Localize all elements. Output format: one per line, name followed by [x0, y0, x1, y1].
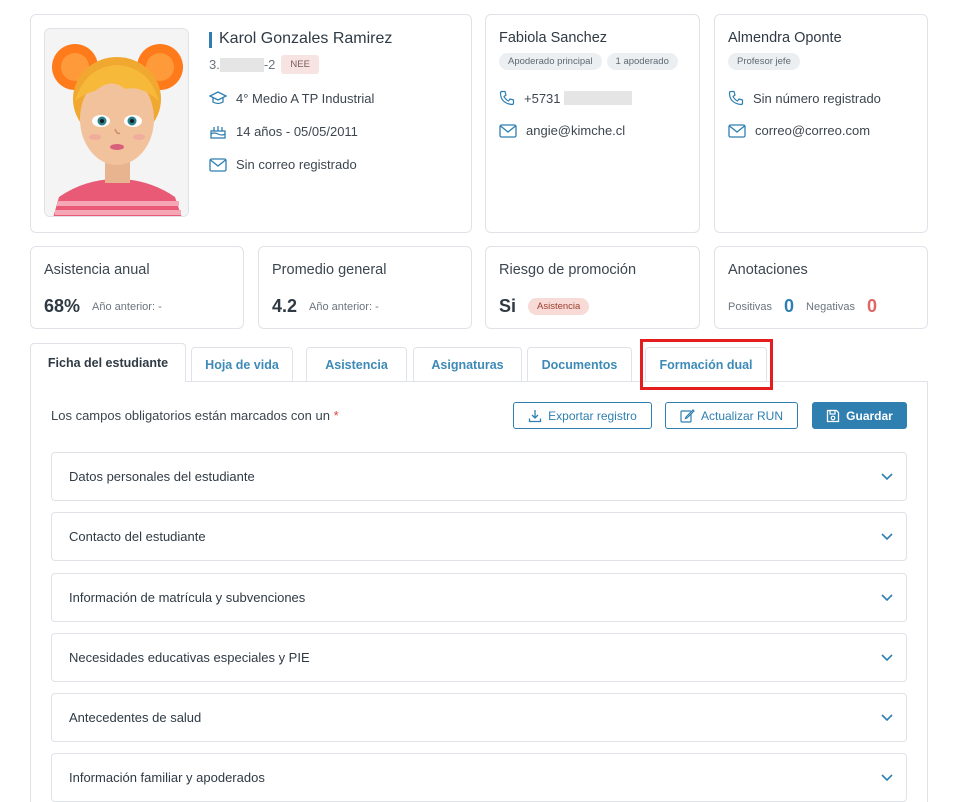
- student-name: Karol Gonzales Ramirez: [209, 30, 392, 48]
- update-run-label: Actualizar RUN: [700, 408, 784, 423]
- chevron-down-icon: [881, 533, 893, 541]
- attendance-previous: Año anterior: -: [92, 300, 162, 313]
- teacher-phone-row: Sin número registrado: [728, 90, 881, 106]
- tab-asistencia[interactable]: Asistencia: [306, 347, 407, 381]
- save-icon: [827, 409, 840, 422]
- positive-count: 0: [784, 296, 795, 316]
- required-note-text: Los campos obligatorios están marcados c…: [51, 408, 330, 423]
- attendance-value: 68%: [44, 296, 81, 316]
- guardian-email: angie@kimche.cl: [526, 123, 626, 138]
- annotations-card: Anotaciones Positivas 0 Negativas 0: [714, 246, 928, 329]
- guardian-card: Fabiola Sanchez Apoderado principal 1 ap…: [485, 14, 700, 233]
- annotations-title: Anotaciones: [728, 262, 808, 278]
- average-previous: Año anterior: -: [309, 300, 379, 313]
- chevron-down-icon: [881, 714, 893, 722]
- section-familia-apoderados[interactable]: Información familiar y apoderados: [51, 753, 907, 802]
- section-salud[interactable]: Antecedentes de salud: [51, 693, 907, 742]
- required-star: *: [333, 408, 339, 423]
- positive-label: Positivas: [728, 300, 773, 313]
- negative-label: Negativas: [806, 300, 855, 313]
- nee-badge: NEE: [281, 55, 319, 74]
- student-email-row: Sin correo registrado: [209, 157, 357, 172]
- cake-icon: [210, 126, 226, 139]
- teacher-name: Almendra Oponte: [728, 30, 842, 46]
- teacher-email-row: correo@correo.com: [728, 123, 870, 138]
- rut-redaction: [219, 57, 264, 72]
- teacher-card: Almendra Oponte Profesor jefe Sin número…: [714, 14, 928, 233]
- section-title: Necesidades educativas especiales y PIE: [69, 650, 310, 665]
- student-avatar: [44, 28, 189, 217]
- section-title: Contacto del estudiante: [69, 529, 206, 544]
- teacher-badges: Profesor jefe: [728, 53, 800, 70]
- attendance-card: Asistencia anual 68% Año anterior: -: [30, 246, 244, 329]
- section-title: Información de matrícula y subvenciones: [69, 590, 306, 605]
- negative-count: 0: [866, 296, 877, 316]
- guardian-email-row: angie@kimche.cl: [499, 123, 625, 138]
- export-record-button[interactable]: Exportar registro: [513, 402, 652, 429]
- promotion-risk-value: Si: [499, 296, 517, 316]
- download-icon: [528, 409, 542, 422]
- annotation-highlight-box: [640, 339, 773, 390]
- teacher-role-badge: Profesor jefe: [728, 53, 800, 70]
- section-title: Datos personales del estudiante: [69, 469, 255, 484]
- average-value: 4.2: [272, 296, 298, 316]
- guardian-name: Fabiola Sanchez: [499, 30, 608, 46]
- section-datos-personales[interactable]: Datos personales del estudiante: [51, 452, 907, 501]
- section-matricula[interactable]: Información de matrícula y subvenciones: [51, 573, 907, 622]
- student-age-birthdate: 14 años - 05/05/2011: [236, 123, 358, 139]
- guardian-badges: Apoderado principal 1 apoderado: [499, 53, 678, 70]
- student-profile-panel: Los campos obligatorios están marcados c…: [30, 381, 928, 802]
- promotion-risk-badge: Asistencia: [528, 298, 590, 315]
- average-card: Promedio general 4.2 Año anterior: -: [258, 246, 472, 329]
- chevron-down-icon: [881, 774, 893, 782]
- teacher-phone: Sin número registrado: [753, 90, 881, 106]
- rut-prefix: 3.: [209, 57, 220, 72]
- save-button[interactable]: Guardar: [812, 402, 907, 429]
- student-rut: 3. -2 NEE: [209, 55, 319, 74]
- tab-asignaturas[interactable]: Asignaturas: [413, 347, 522, 381]
- export-record-label: Exportar registro: [548, 408, 637, 423]
- phone-icon: [728, 90, 744, 106]
- mail-icon: [209, 157, 227, 172]
- guardian-phone-row: +5731: [499, 90, 632, 106]
- section-nee-pie[interactable]: Necesidades educativas especiales y PIE: [51, 633, 907, 682]
- chevron-down-icon: [881, 654, 893, 662]
- save-label: Guardar: [846, 408, 893, 423]
- promotion-risk-values: Si Asistencia: [499, 296, 590, 317]
- graduation-cap-icon: [209, 91, 227, 105]
- average-title: Promedio general: [272, 262, 387, 278]
- tab-ficha-estudiante[interactable]: Ficha del estudiante: [30, 343, 186, 382]
- guardian-role-badge: Apoderado principal: [499, 53, 602, 70]
- edit-icon: [680, 409, 695, 423]
- mail-icon: [728, 123, 746, 138]
- student-course-row: 4° Medio A TP Industrial: [209, 90, 374, 106]
- phone-redaction: [563, 91, 632, 105]
- mail-icon: [499, 123, 517, 138]
- attendance-values: 68% Año anterior: -: [44, 296, 162, 317]
- section-contacto[interactable]: Contacto del estudiante: [51, 512, 907, 561]
- section-title: Información familiar y apoderados: [69, 770, 265, 785]
- student-avatar-illustration: [45, 29, 188, 216]
- chevron-down-icon: [881, 473, 893, 481]
- guardian-count-badge: 1 apoderado: [606, 53, 678, 70]
- tab-hoja-de-vida[interactable]: Hoja de vida: [191, 347, 293, 381]
- chevron-down-icon: [881, 594, 893, 602]
- phone-icon: [499, 90, 515, 106]
- section-title: Antecedentes de salud: [69, 710, 202, 725]
- student-email: Sin correo registrado: [236, 157, 357, 172]
- guardian-phone: +5731: [524, 90, 561, 106]
- average-values: 4.2 Año anterior: -: [272, 296, 379, 317]
- promotion-risk-title: Riesgo de promoción: [499, 262, 637, 278]
- update-run-button[interactable]: Actualizar RUN: [665, 402, 798, 429]
- teacher-email: correo@correo.com: [755, 123, 871, 138]
- student-card: Karol Gonzales Ramirez 3. -2 NEE 4° Medi…: [30, 14, 472, 233]
- promotion-risk-card: Riesgo de promoción Si Asistencia: [485, 246, 700, 329]
- student-age-row: 14 años - 05/05/2011: [209, 123, 358, 139]
- student-course: 4° Medio A TP Industrial: [236, 90, 375, 106]
- rut-suffix: -2: [263, 57, 276, 72]
- tab-documentos[interactable]: Documentos: [527, 347, 632, 381]
- required-fields-note: Los campos obligatorios están marcados c…: [51, 408, 339, 423]
- attendance-title: Asistencia anual: [44, 262, 150, 278]
- annotations-values: Positivas 0 Negativas 0: [728, 296, 877, 317]
